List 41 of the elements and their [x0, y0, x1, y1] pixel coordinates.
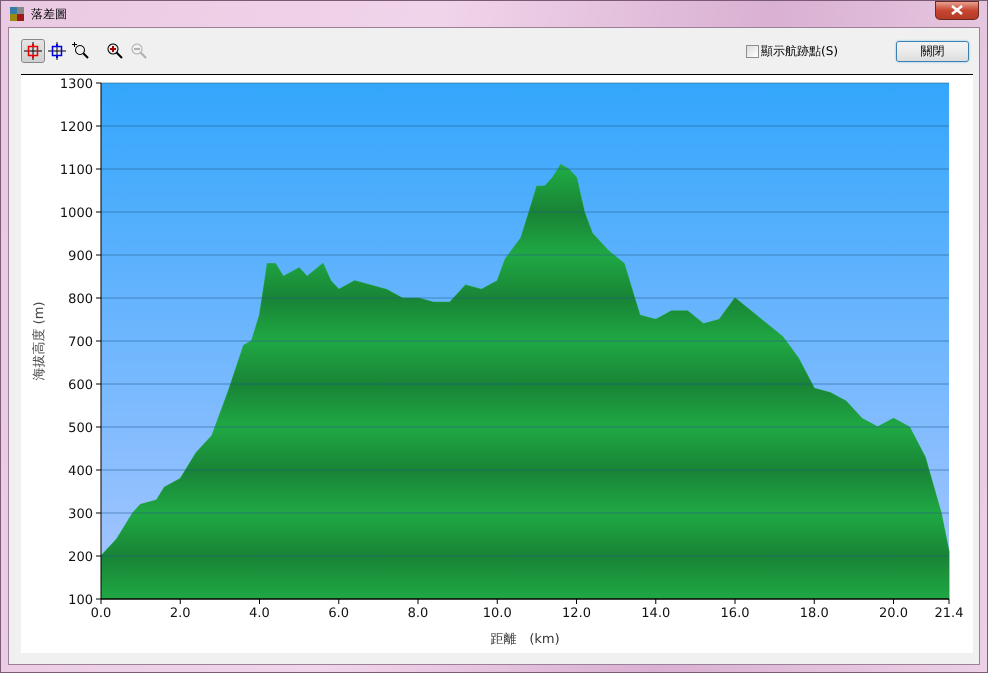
y-tick-label: 200	[68, 550, 93, 565]
close-button[interactable]	[935, 1, 979, 20]
y-tick-label: 1000	[60, 206, 93, 221]
x-tick-label: 18.0	[800, 606, 829, 621]
x-tick-label: 20.0	[879, 606, 908, 621]
zoom-in-icon	[106, 42, 124, 60]
checkbox[interactable]	[746, 44, 760, 58]
crosshair-icon	[48, 42, 66, 60]
tool-button[interactable]	[45, 39, 69, 63]
y-tick-label: 400	[68, 464, 93, 479]
x-tick-label: 0.0	[90, 606, 112, 621]
app-icon	[9, 6, 25, 22]
y-tick-label: 1100	[60, 163, 93, 178]
x-tick-label: 12.0	[562, 606, 591, 621]
crosshair-icon	[24, 42, 42, 60]
x-axis-title: 距離 (km)	[490, 632, 560, 647]
window-title: 落差圖	[31, 6, 68, 22]
x-tick-label: 6.0	[328, 606, 350, 621]
x-tick-label: 10.0	[482, 606, 512, 621]
y-tick-label: 500	[68, 421, 93, 436]
x-tick-label: 4.0	[249, 606, 270, 621]
y-tick-label: 1200	[60, 120, 93, 135]
x-tick-label: 21.4	[934, 606, 964, 621]
checkbox-label: 顯示航跡點(S)	[761, 42, 838, 60]
zoom-icon	[72, 42, 90, 60]
close-dialog-button[interactable]: 關閉	[896, 40, 969, 62]
y-tick-label: 100	[68, 593, 93, 608]
x-tick-label: 14.0	[641, 606, 670, 621]
y-tick-label: 600	[68, 378, 93, 393]
close-icon	[950, 5, 964, 15]
x-tick-label: 8.0	[408, 606, 428, 621]
y-tick-label: 800	[68, 292, 93, 307]
y-tick-label: 700	[68, 335, 93, 350]
y-tick-label: 900	[68, 249, 93, 264]
y-tick-label: 300	[68, 507, 93, 522]
x-tick-label: 16.0	[720, 606, 750, 621]
zoom-out-icon	[130, 42, 148, 60]
y-axis-title: 海拔高度 (m)	[32, 302, 47, 380]
tool-button[interactable]	[21, 39, 45, 63]
x-tick-label: 2.0	[170, 606, 191, 621]
y-tick-label: 1300	[60, 77, 93, 92]
